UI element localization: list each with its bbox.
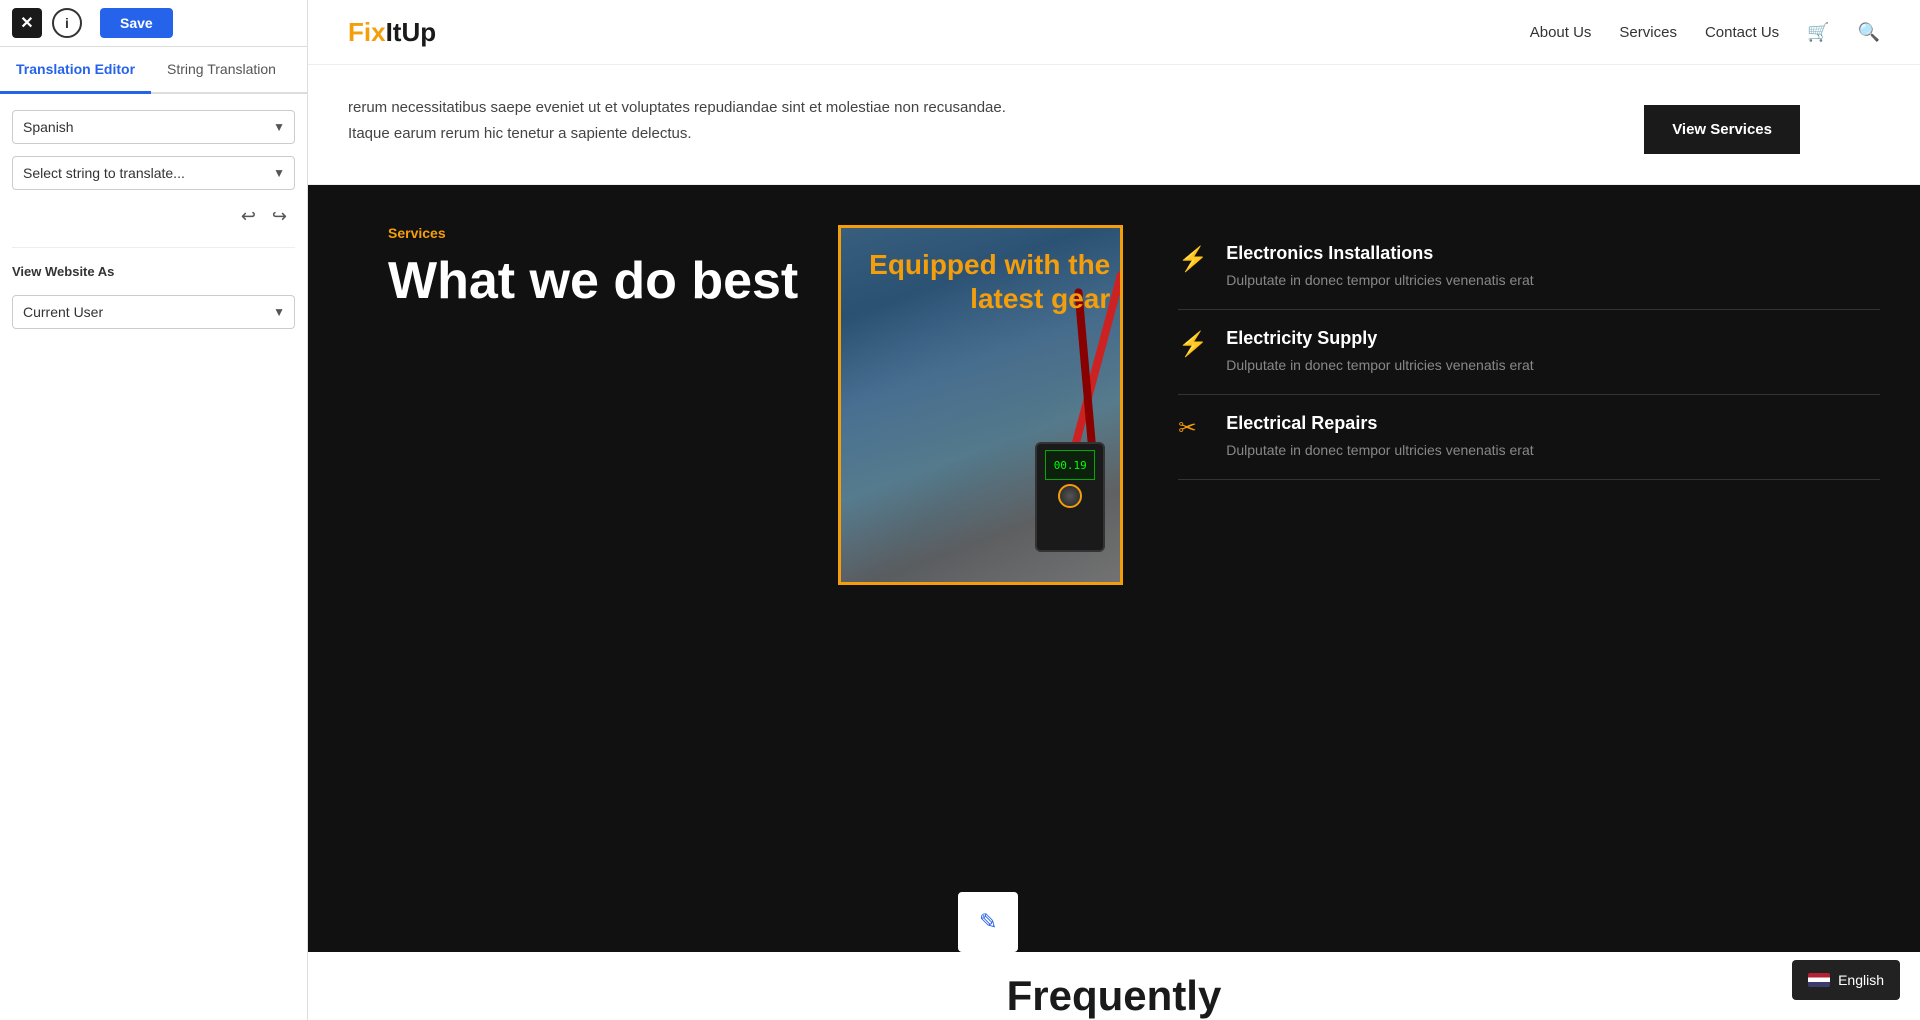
language-select-wrapper: Spanish French German Italian Portuguese… xyxy=(12,110,295,144)
logo-itup: ItUp xyxy=(386,17,437,47)
view-website-label: View Website As xyxy=(12,264,295,283)
electronics-desc: Dulputate in donec tempor ultricies vene… xyxy=(1226,270,1533,291)
language-bar[interactable]: English xyxy=(1792,960,1900,1000)
site-header: FixItUp About Us Services Contact Us 🛒 🔍 xyxy=(308,0,1920,65)
undo-button[interactable]: ↩ xyxy=(237,202,260,231)
string-select-wrapper: Select string to translate... ▼ xyxy=(12,156,295,190)
faq-title: Frequently xyxy=(348,972,1880,1020)
repairs-icon: ✂ xyxy=(1178,415,1208,441)
electricity-info: Electricity Supply Dulputate in donec te… xyxy=(1226,328,1533,376)
nav-about[interactable]: About Us xyxy=(1530,24,1592,41)
site-nav: About Us Services Contact Us 🛒 🔍 xyxy=(1530,22,1880,43)
search-icon[interactable]: 🔍 xyxy=(1858,22,1880,43)
services-title: What we do best xyxy=(388,253,798,310)
edit-overlay-button[interactable]: ✎ xyxy=(958,892,1018,952)
divider xyxy=(12,247,295,248)
services-left: Services What we do best xyxy=(388,225,798,952)
electricity-desc: Dulputate in donec tempor ultricies vene… xyxy=(1226,355,1533,376)
site-logo: FixItUp xyxy=(348,17,436,48)
services-label: Services xyxy=(388,225,798,241)
repairs-title: Electrical Repairs xyxy=(1226,413,1533,434)
top-bar: ✕ i Save xyxy=(0,0,307,47)
edit-pencil-icon: ✎ xyxy=(979,909,997,935)
services-right: ⚡ Electronics Installations Dulputate in… xyxy=(1178,225,1880,952)
services-section: Services What we do best 00.19 Equippe xyxy=(308,185,1920,1020)
info-button[interactable]: i xyxy=(52,8,82,38)
main-content: FixItUp About Us Services Contact Us 🛒 🔍… xyxy=(308,0,1920,1020)
service-item-electronics: ⚡ Electronics Installations Dulputate in… xyxy=(1178,225,1880,310)
cart-icon[interactable]: 🛒 xyxy=(1807,22,1829,43)
save-button[interactable]: Save xyxy=(100,8,173,38)
electronics-icon: ⚡ xyxy=(1178,245,1208,274)
string-select[interactable]: Select string to translate... xyxy=(12,156,295,190)
electricity-icon: ⚡ xyxy=(1178,330,1208,359)
view-as-select[interactable]: Current User Logged Out User Administrat… xyxy=(12,295,295,329)
tab-bar: Translation Editor String Translation xyxy=(0,47,307,94)
logo-fix: Fix xyxy=(348,17,386,47)
left-panel: ✕ i Save Translation Editor String Trans… xyxy=(0,0,308,1020)
image-overlay-text: Equipped with the latest gear xyxy=(841,248,1110,315)
electronics-info: Electronics Installations Dulputate in d… xyxy=(1226,243,1533,291)
repairs-desc: Dulputate in donec tempor ultricies vene… xyxy=(1226,440,1533,461)
repairs-info: Electrical Repairs Dulputate in donec te… xyxy=(1226,413,1533,461)
services-image: 00.19 Equipped with the latest gear xyxy=(838,225,1123,585)
services-image-area: 00.19 Equipped with the latest gear ✎ xyxy=(838,225,1138,952)
close-button[interactable]: ✕ xyxy=(12,8,42,38)
nav-services[interactable]: Services xyxy=(1619,24,1677,41)
tab-string-translation[interactable]: String Translation xyxy=(151,47,292,94)
language-select[interactable]: Spanish French German Italian Portuguese xyxy=(12,110,295,144)
hero-text: rerum necessitatibus saepe eveniet ut et… xyxy=(348,95,1048,146)
faq-section: Frequently xyxy=(308,952,1920,1020)
flag-icon xyxy=(1808,973,1830,987)
hero-section: rerum necessitatibus saepe eveniet ut et… xyxy=(308,65,1920,185)
view-services-button[interactable]: View Services xyxy=(1644,105,1800,154)
service-item-electricity: ⚡ Electricity Supply Dulputate in donec … xyxy=(1178,310,1880,395)
service-item-repairs: ✂ Electrical Repairs Dulputate in donec … xyxy=(1178,395,1880,480)
panel-content: Spanish French German Italian Portuguese… xyxy=(0,94,307,345)
tab-translation-editor[interactable]: Translation Editor xyxy=(0,47,151,94)
undo-redo-bar: ↩ ↪ xyxy=(12,202,295,231)
nav-contact[interactable]: Contact Us xyxy=(1705,24,1779,41)
electricity-title: Electricity Supply xyxy=(1226,328,1533,349)
view-as-select-wrapper: Current User Logged Out User Administrat… xyxy=(12,295,295,329)
services-inner: Services What we do best 00.19 Equippe xyxy=(308,185,1920,952)
electronics-title: Electronics Installations xyxy=(1226,243,1533,264)
redo-button[interactable]: ↪ xyxy=(268,202,291,231)
language-label: English xyxy=(1838,972,1884,988)
hero-body: rerum necessitatibus saepe eveniet ut et… xyxy=(348,95,1048,146)
